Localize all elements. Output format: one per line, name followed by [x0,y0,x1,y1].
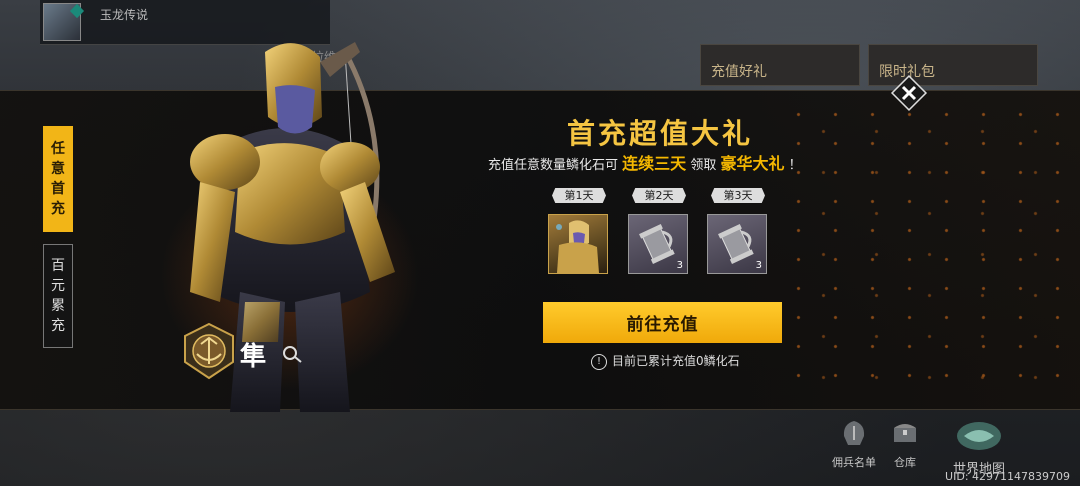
hud-label: 仓库 [894,456,916,469]
go-recharge-button[interactable]: 前往充值 [543,302,782,343]
day-label: 第3天 [711,188,765,203]
hud-label: 佣兵名单 [832,456,876,469]
day-label: 第1天 [552,188,606,203]
event-banner-recharge[interactable]: 充值好礼 [700,44,860,86]
hero-icon [556,220,599,273]
day-label: 第2天 [632,188,686,203]
tab-cumulative-hundred[interactable]: 百 元 累 充 [43,244,73,348]
helmet-icon [843,421,865,445]
hero-class-emblem-icon [184,322,234,380]
hud-warehouse[interactable]: 仓库 [880,418,930,470]
subtitle-highlight-days: 连续三天 [622,154,687,173]
offer-subtitle: 充值任意数量鳞化石可 连续三天 领取 豪华大礼 ！ [488,150,802,174]
tab-label: 百 元 累 充 [51,258,65,334]
close-icon[interactable] [889,73,929,113]
reward-day-3[interactable]: 第3天 3 [707,188,769,274]
banner-label: 充值好礼 [711,64,767,80]
subtitle-suffix: ！ [788,158,802,173]
reward-item-slot[interactable] [548,214,608,274]
chest-icon [894,424,916,442]
item-quantity: 3 [676,260,683,271]
subtitle-mid: 领取 [690,158,717,173]
hud-world-map[interactable]: 世界地图 [944,418,1014,477]
inspect-hero-icon[interactable] [282,344,304,364]
item-quantity: 3 [755,260,762,271]
reward-day-2[interactable]: 第2天 3 [628,188,690,274]
reward-day-1[interactable]: 第1天 [548,188,610,274]
notice-text: 目前已累计充值0鳞化石 [612,354,740,368]
tab-any-first-recharge[interactable]: 任 意 首 充 [43,126,73,232]
subtitle-prefix: 充值任意数量鳞化石可 [488,158,619,173]
user-id: UID: 4297114783970​9 [945,470,1070,483]
player-name: 玉龙传说 [100,8,149,22]
reward-item-slot[interactable]: 3 [628,214,688,274]
subtitle-highlight-gift: 豪华大礼 [720,154,785,173]
offer-title: 首充超值大礼 [566,117,753,150]
world-map-icon [957,422,1001,450]
recharge-notice: ! 目前已累计充值0鳞化石 [591,352,740,370]
reward-item-slot[interactable]: 3 [707,214,767,274]
tab-label: 任 意 首 充 [51,141,65,217]
warning-icon: ! [591,353,607,370]
hero-name: 隼 [240,342,267,372]
hud-mercenary-roster[interactable]: 佣兵名单 [824,418,884,470]
